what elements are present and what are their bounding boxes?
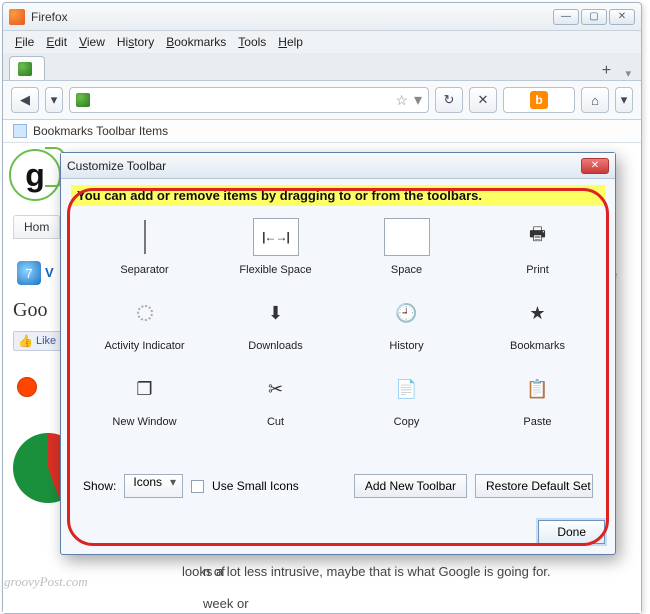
cut-icon: ✂ bbox=[253, 370, 299, 408]
toolbar-item-label: Downloads bbox=[248, 340, 302, 352]
tab-favicon bbox=[18, 62, 32, 76]
new-tab-button[interactable]: + bbox=[595, 62, 617, 80]
bookmark-star-icon[interactable]: ☆ bbox=[395, 92, 408, 109]
restore-default-button[interactable]: Restore Default Set bbox=[475, 474, 593, 498]
url-dropdown-icon[interactable]: ▾ bbox=[414, 90, 422, 110]
print-icon: 🖶 bbox=[515, 218, 561, 256]
reddit-icon[interactable] bbox=[17, 377, 37, 397]
tabstrip: + ▾ bbox=[3, 53, 641, 81]
copy-icon: 📄 bbox=[384, 370, 430, 408]
menu-tools[interactable]: Tools bbox=[234, 33, 270, 51]
toolbar-item-label: Separator bbox=[120, 264, 168, 276]
toolbar-overflow-button[interactable]: ▾ bbox=[615, 87, 633, 113]
dialog-close-button[interactable]: ✕ bbox=[581, 158, 609, 174]
use-small-icons-label[interactable]: Use Small Icons bbox=[212, 479, 299, 493]
navbar: ◀ ▾ ☆ ▾ ↻ ✕ b ⌂ ▾ bbox=[3, 81, 641, 120]
titlebar: Firefox — ▢ ✕ bbox=[3, 3, 641, 31]
article-title-fragment: Goo bbox=[13, 299, 47, 322]
toolbar-item-cut[interactable]: ✂ Cut bbox=[214, 370, 337, 428]
tab-active[interactable] bbox=[9, 56, 45, 80]
menu-bookmarks[interactable]: Bookmarks bbox=[162, 33, 230, 51]
spinner-icon bbox=[122, 294, 168, 332]
menubar: File Edit View History Bookmarks Tools H… bbox=[3, 31, 641, 53]
stop-button[interactable]: ✕ bbox=[469, 87, 497, 113]
show-select-value: Icons bbox=[133, 475, 162, 489]
toolbar-item-downloads[interactable]: ⬇ Downloads bbox=[214, 294, 337, 352]
space-icon bbox=[384, 218, 430, 256]
toolbar-items-pane[interactable]: Separator |←→| Flexible Space Space 🖶 Print Ac… bbox=[73, 212, 603, 468]
firefox-icon bbox=[9, 9, 25, 25]
customize-toolbar-dialog: Customize Toolbar ✕ You can add or remov… bbox=[60, 152, 616, 555]
partial-letter: V bbox=[45, 265, 54, 280]
toolbar-item-separator[interactable]: Separator bbox=[83, 218, 206, 276]
toolbar-item-label: Activity Indicator bbox=[104, 340, 184, 352]
dialog-hint-text: You can add or remove items by dragging … bbox=[71, 185, 605, 206]
menu-help[interactable]: Help bbox=[274, 33, 307, 51]
toolbar-item-space[interactable]: Space bbox=[345, 218, 468, 276]
bookmarks-toolbar-label[interactable]: Bookmarks Toolbar Items bbox=[33, 124, 168, 138]
facebook-like-button[interactable]: 👍Like bbox=[13, 331, 63, 351]
toolbar-item-label: New Window bbox=[112, 416, 176, 428]
toolbar-item-paste[interactable]: 📋 Paste bbox=[476, 370, 599, 428]
show-select[interactable]: Icons bbox=[124, 474, 183, 498]
search-box[interactable]: b bbox=[503, 87, 575, 113]
toolbar-item-label: History bbox=[389, 340, 423, 352]
thumb-icon: 👍 bbox=[18, 334, 33, 348]
menu-history[interactable]: History bbox=[113, 33, 158, 51]
like-label: Like bbox=[36, 335, 56, 347]
toolbar-item-label: Print bbox=[526, 264, 549, 276]
window-title: Firefox bbox=[31, 10, 553, 24]
windows7-icon: 7 bbox=[17, 261, 41, 285]
menu-view[interactable]: View bbox=[75, 33, 109, 51]
newwin-icon: ❐ bbox=[122, 370, 168, 408]
toolbar-item-label: Bookmarks bbox=[510, 340, 565, 352]
url-input[interactable] bbox=[96, 93, 389, 107]
home-button[interactable]: ⌂ bbox=[581, 87, 609, 113]
toolbar-item-bookmarks[interactable]: ★ Bookmarks bbox=[476, 294, 599, 352]
body-text-line: week or bbox=[203, 595, 629, 613]
minimize-button[interactable]: — bbox=[553, 9, 579, 25]
toolbar-item-newwin[interactable]: ❐ New Window bbox=[83, 370, 206, 428]
use-small-icons-checkbox[interactable] bbox=[191, 480, 204, 493]
url-bar[interactable]: ☆ ▾ bbox=[69, 87, 429, 113]
show-label: Show: bbox=[83, 479, 116, 493]
toolbar-item-flexspace[interactable]: |←→| Flexible Space bbox=[214, 218, 337, 276]
dialog-options-row: Show: Icons Use Small Icons Add New Tool… bbox=[73, 468, 603, 506]
toolbar-item-history[interactable]: 🕘 History bbox=[345, 294, 468, 352]
paste-icon: 📋 bbox=[515, 370, 561, 408]
toolbar-item-label: Paste bbox=[523, 416, 551, 428]
menu-file[interactable]: File bbox=[11, 33, 38, 51]
site-nav-home[interactable]: Hom bbox=[13, 215, 60, 239]
bookmarks-toolbar-icon bbox=[13, 124, 27, 138]
history-icon: 🕘 bbox=[384, 294, 430, 332]
toolbar-item-copy[interactable]: 📄 Copy bbox=[345, 370, 468, 428]
toolbar-item-label: Cut bbox=[267, 416, 284, 428]
downloads-icon: ⬇ bbox=[253, 294, 299, 332]
back-history-dropdown[interactable]: ▾ bbox=[45, 87, 63, 113]
body-text-line: looks a lot less intrusive, maybe that i… bbox=[182, 564, 551, 579]
dialog-titlebar[interactable]: Customize Toolbar ✕ bbox=[61, 153, 615, 179]
toolbar-item-label: Copy bbox=[394, 416, 420, 428]
toolbar-item-spinner[interactable]: Activity Indicator bbox=[83, 294, 206, 352]
watermark-text: groovyPost.com bbox=[4, 574, 88, 590]
toolbar-item-label: Flexible Space bbox=[239, 264, 311, 276]
bing-icon: b bbox=[530, 91, 548, 109]
maximize-button[interactable]: ▢ bbox=[581, 9, 607, 25]
back-button[interactable]: ◀ bbox=[11, 87, 39, 113]
dialog-title-text: Customize Toolbar bbox=[67, 159, 581, 173]
flexspace-icon: |←→| bbox=[253, 218, 299, 256]
reload-button[interactable]: ↻ bbox=[435, 87, 463, 113]
site-favicon bbox=[76, 93, 90, 107]
toolbar-item-label: Space bbox=[391, 264, 422, 276]
bookmarks-toolbar: Bookmarks Toolbar Items bbox=[3, 120, 641, 143]
add-new-toolbar-button[interactable]: Add New Toolbar bbox=[354, 474, 467, 498]
tab-overflow-button[interactable]: ▾ bbox=[621, 67, 635, 80]
toolbar-item-print[interactable]: 🖶 Print bbox=[476, 218, 599, 276]
close-button[interactable]: ✕ bbox=[609, 9, 635, 25]
bookmarks-icon: ★ bbox=[515, 294, 561, 332]
menu-edit[interactable]: Edit bbox=[42, 33, 71, 51]
separator-icon bbox=[122, 218, 168, 256]
done-button[interactable]: Done bbox=[538, 520, 605, 544]
